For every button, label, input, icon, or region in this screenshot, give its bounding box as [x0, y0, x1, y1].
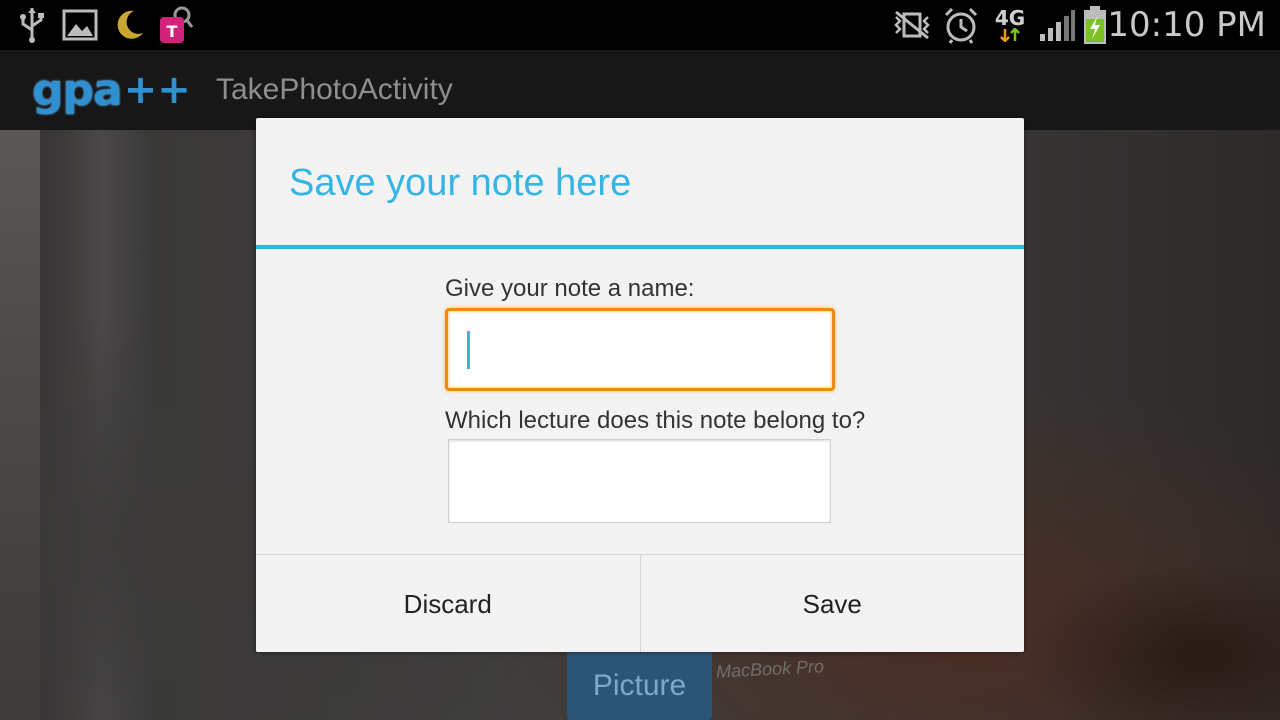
- usb-icon: [18, 6, 46, 44]
- app-logo-text: gpa: [32, 64, 123, 116]
- save-button[interactable]: Save: [640, 555, 1024, 652]
- camera-preview-shadow: [1020, 560, 1280, 720]
- status-bar: T 4G 10:10 PM: [0, 0, 1280, 50]
- save-note-dialog: Save your note here Give your note a nam…: [256, 118, 1024, 652]
- discard-button[interactable]: Discard: [256, 555, 640, 652]
- note-name-label: Give your note a name:: [445, 275, 695, 302]
- dialog-title-divider: [256, 245, 1024, 249]
- app-logo-plus: ++: [123, 67, 191, 113]
- image-icon: [62, 6, 98, 44]
- moon-icon: [112, 6, 146, 44]
- lecture-input[interactable]: [448, 439, 831, 523]
- note-name-input[interactable]: [445, 308, 835, 391]
- alarm-icon: [942, 6, 980, 44]
- dialog-button-bar: Discard Save: [256, 554, 1024, 652]
- dialog-title: Save your note here: [289, 162, 632, 204]
- battery-charging-icon: [1080, 6, 1110, 44]
- camera-preview-edge: [0, 130, 40, 720]
- activity-title: TakePhotoActivity: [216, 73, 453, 106]
- app-logo[interactable]: gpa ++: [32, 64, 191, 116]
- clock-time: 10:10 PM: [1107, 5, 1266, 45]
- network-4g-icon: 4G: [990, 6, 1030, 44]
- svg-text:T: T: [167, 22, 178, 41]
- signal-icon: [1038, 6, 1076, 44]
- lecture-label: Which lecture does this note belong to?: [445, 407, 866, 434]
- picture-button[interactable]: Picture: [567, 651, 712, 720]
- t-mobile-icon: T: [156, 6, 196, 44]
- text-cursor: [467, 331, 470, 369]
- network-type-label: 4G: [994, 6, 1026, 30]
- vibrate-icon: [892, 6, 932, 44]
